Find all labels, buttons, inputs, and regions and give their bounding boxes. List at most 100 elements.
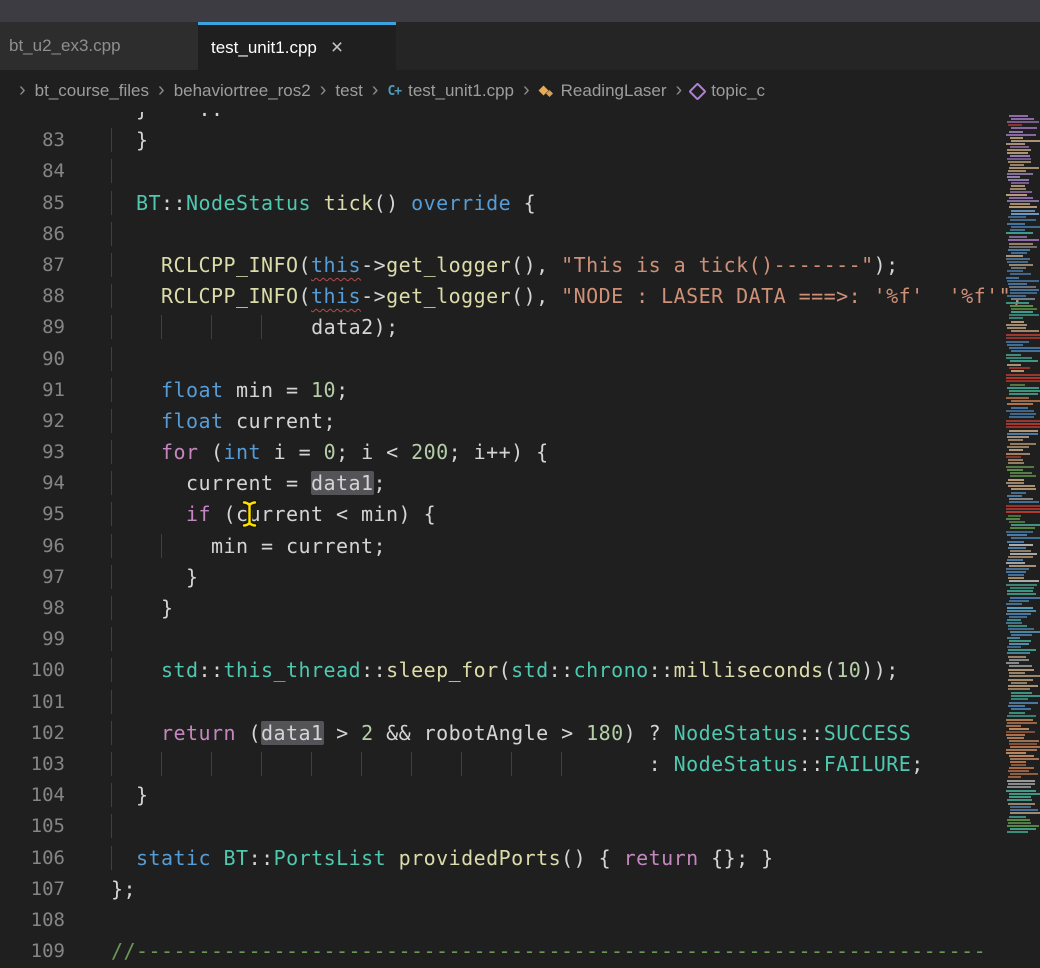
minimap-segment [1006, 719, 1040, 778]
code-line[interactable]: 90 [0, 344, 1040, 375]
line-number: 87 [0, 250, 65, 281]
line-number: 89 [0, 312, 65, 343]
line-number: 96 [0, 531, 65, 562]
close-icon[interactable]: × [331, 37, 343, 58]
code-line[interactable]: 92 float current; [0, 406, 1040, 437]
line-number: 108 [0, 905, 65, 936]
chevron-right-icon: › [523, 79, 530, 102]
code-line[interactable]: 83 } [0, 125, 1040, 156]
minimap[interactable] [1006, 112, 1040, 968]
indent-guide [461, 752, 511, 776]
code-line[interactable]: 89 data2); [0, 312, 1040, 343]
indent-guide [111, 409, 161, 433]
indent-guide [111, 721, 161, 745]
indent-guide [111, 627, 124, 651]
breadcrumb-item-bt-course-files[interactable]: bt_course_files [35, 81, 149, 101]
code-text: RCLCPP_INFO(this->get_logger(), "This is… [111, 250, 899, 281]
indent-guide [111, 471, 161, 495]
code-line[interactable]: 104 } [0, 780, 1040, 811]
code-line[interactable]: 99 [0, 624, 1040, 655]
indent-guide [111, 253, 161, 277]
line-number: 104 [0, 780, 65, 811]
line-number: 95 [0, 499, 65, 530]
code-line[interactable]: } .. [0, 112, 1040, 125]
indent-guide [261, 315, 311, 339]
indent-guide [361, 752, 411, 776]
indent-guide [111, 565, 161, 589]
breadcrumb-item-readinglaser[interactable]: ReadingLaser [539, 81, 667, 101]
word-highlight: data1 [261, 721, 324, 745]
breadcrumb-item-behaviortree-ros2[interactable]: behaviortree_ros2 [174, 81, 311, 101]
code-line[interactable]: 93 for (int i = 0; i < 200; i++) { [0, 437, 1040, 468]
minimap-segment [1006, 607, 1040, 654]
breadcrumb-item-test[interactable]: test [335, 81, 362, 101]
minimap-segment [1006, 430, 1040, 441]
breadcrumb-label: test [335, 81, 362, 101]
code-line[interactable]: 102 return (data1 > 2 && robotAngle > 18… [0, 718, 1040, 749]
line-number: 97 [0, 562, 65, 593]
code-line[interactable]: 105 [0, 811, 1040, 842]
code-text: current = data1; [111, 468, 386, 499]
breadcrumb-item-test-unit1-cpp[interactable]: C+test_unit1.cpp [387, 81, 514, 101]
code-line[interactable]: 88 RCLCPP_INFO(this->get_logger(), "NODE… [0, 281, 1040, 312]
minimap-segment [1006, 420, 1040, 428]
code-line[interactable]: 106 static BT::PortsList providedPorts()… [0, 843, 1040, 874]
tab-bt-u2-ex3-cpp[interactable]: bt_u2_ex3.cpp [0, 22, 198, 70]
code-line[interactable]: 98 } [0, 593, 1040, 624]
code-text: for (int i = 0; i < 200; i++) { [111, 437, 549, 468]
line-number: 103 [0, 749, 65, 780]
code-text: } [111, 593, 174, 624]
code-line[interactable]: 87 RCLCPP_INFO(this->get_logger(), "This… [0, 250, 1040, 281]
minimap-segment [1006, 277, 1040, 300]
indent-guide [411, 752, 461, 776]
code-line[interactable]: 85 BT::NodeStatus tick() override { [0, 188, 1040, 219]
indent-guide [261, 752, 311, 776]
code-line[interactable]: 86 [0, 219, 1040, 250]
chevron-right-icon: › [676, 79, 683, 102]
code-line[interactable]: 97 } [0, 562, 1040, 593]
line-number: 99 [0, 624, 65, 655]
code-line[interactable]: 91 float min = 10; [0, 375, 1040, 406]
code-line[interactable]: 96 min = current; [0, 531, 1040, 562]
code-line[interactable]: 107}; [0, 874, 1040, 905]
code-text: std::this_thread::sleep_for(std::chrono:… [111, 655, 899, 686]
indent-guide [111, 534, 161, 558]
code-line[interactable]: 95 if (current < min) { [0, 499, 1040, 530]
code-text: float min = 10; [111, 375, 349, 406]
code-text [111, 344, 124, 375]
minimap-segment [1006, 679, 1040, 690]
breadcrumb-item-topic-c[interactable]: topic_c [691, 81, 765, 101]
minimap-segment [1006, 492, 1040, 503]
code-text [111, 811, 124, 842]
indent-guide [161, 534, 211, 558]
code-text [111, 219, 124, 250]
breadcrumb-label: ReadingLaser [561, 81, 667, 101]
tab-bar: bt_u2_ex3.cpp test_unit1.cpp × [0, 22, 1040, 70]
line-number: 92 [0, 406, 65, 437]
code-line[interactable]: 100 std::this_thread::sleep_for(std::chr… [0, 655, 1040, 686]
code-line[interactable]: 94 current = data1; [0, 468, 1040, 499]
indent-guide [161, 752, 211, 776]
minimap-segment [1006, 790, 1040, 801]
chevron-right-icon: › [320, 79, 327, 102]
code-line[interactable]: 103 : NodeStatus::FAILURE; [0, 749, 1040, 780]
tab-test-unit1-cpp[interactable]: test_unit1.cpp × [198, 22, 396, 70]
code-text: //--------------------------------------… [111, 936, 986, 967]
indent-guide [111, 690, 124, 714]
code-text: : NodeStatus::FAILURE; [111, 749, 924, 780]
code-editor[interactable]: } ..83 }84 85 BT::NodeStatus tick() over… [0, 112, 1040, 968]
code-text: } [111, 125, 149, 156]
indent-guide [211, 752, 261, 776]
indent-guide [111, 284, 161, 308]
window-titlebar [0, 0, 1040, 22]
code-line[interactable]: 108 [0, 905, 1040, 936]
line-number: 98 [0, 593, 65, 624]
code-line[interactable]: 84 [0, 156, 1040, 187]
minimap-segment [1006, 407, 1040, 418]
code-line[interactable]: 109//-----------------------------------… [0, 936, 1040, 967]
code-line[interactable]: 101 [0, 687, 1040, 718]
indent-guide [111, 752, 161, 776]
indent-guide [211, 315, 261, 339]
minimap-segment [1006, 354, 1040, 362]
line-number: 91 [0, 375, 65, 406]
